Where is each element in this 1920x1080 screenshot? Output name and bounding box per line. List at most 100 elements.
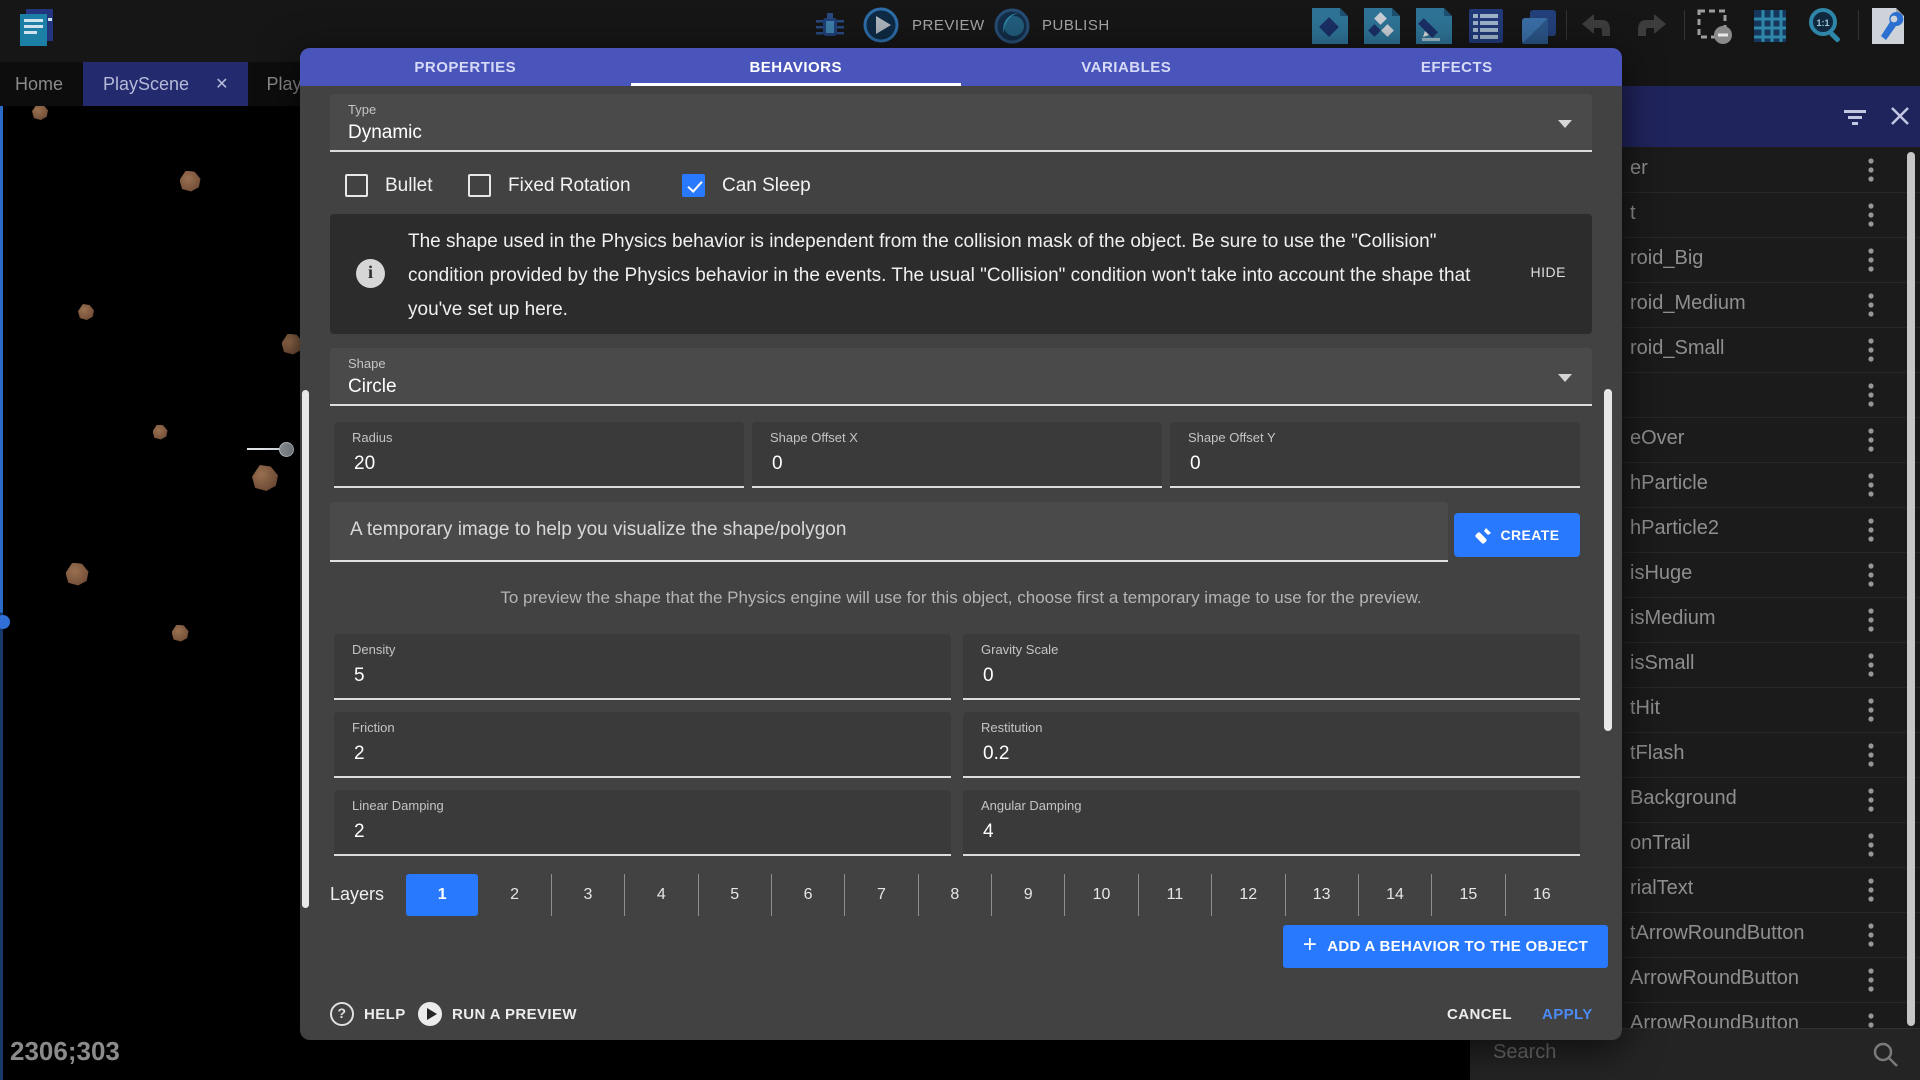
run-preview-button[interactable]: RUN A PREVIEW xyxy=(418,1002,577,1026)
restitution-input[interactable] xyxy=(981,742,1479,766)
grid-icon[interactable] xyxy=(1750,6,1790,46)
apply-button[interactable]: APPLY xyxy=(1542,1006,1593,1023)
item-menu-icon[interactable] xyxy=(1866,290,1876,320)
temp-image-field[interactable] xyxy=(330,502,1448,562)
shape-offset-x-field[interactable]: Shape Offset X xyxy=(752,422,1162,488)
dialog-left-scrollbar[interactable] xyxy=(302,390,309,908)
item-menu-icon[interactable] xyxy=(1866,875,1876,905)
dialog-tab[interactable]: VARIABLES xyxy=(961,48,1292,86)
checkbox-can-sleep[interactable]: Can Sleep xyxy=(682,174,811,197)
can-sleep-checkbox[interactable] xyxy=(682,174,705,197)
tab-close-icon[interactable]: ✕ xyxy=(215,74,228,94)
density-input[interactable] xyxy=(352,664,850,688)
objects-search-input[interactable] xyxy=(1491,1040,1835,1065)
publish-label[interactable]: PUBLISH xyxy=(1042,17,1110,34)
cancel-button[interactable]: CANCEL xyxy=(1447,1006,1512,1023)
radius-input[interactable] xyxy=(352,452,684,476)
item-menu-icon[interactable] xyxy=(1866,605,1876,635)
add-behavior-button[interactable]: ADD A BEHAVIOR TO THE OBJECT xyxy=(1283,925,1608,968)
layer-button[interactable]: 9 xyxy=(991,874,1064,916)
radius-field[interactable]: Radius xyxy=(334,422,744,488)
shape-dropdown[interactable]: Shape Circle xyxy=(330,348,1592,406)
asteroid-sprite[interactable] xyxy=(32,106,48,120)
item-menu-icon[interactable] xyxy=(1866,785,1876,815)
layer-button[interactable]: 15 xyxy=(1431,874,1504,916)
publish-icon[interactable] xyxy=(992,6,1032,46)
friction-input[interactable] xyxy=(352,742,850,766)
layer-button[interactable]: 6 xyxy=(771,874,844,916)
item-menu-icon[interactable] xyxy=(1866,560,1876,590)
dialog-tab[interactable]: PROPERTIES xyxy=(300,48,631,86)
objects-editor-icon[interactable] xyxy=(1310,6,1350,46)
item-menu-icon[interactable] xyxy=(1866,695,1876,725)
item-menu-icon[interactable] xyxy=(1866,920,1876,950)
layer-button[interactable]: 5 xyxy=(698,874,771,916)
capture-region-icon[interactable] xyxy=(1694,6,1734,46)
item-menu-icon[interactable] xyxy=(1866,740,1876,770)
item-menu-icon[interactable] xyxy=(1866,830,1876,860)
layer-button[interactable]: 10 xyxy=(1064,874,1137,916)
layer-button[interactable]: 13 xyxy=(1285,874,1358,916)
dialog-scrollbar[interactable] xyxy=(1604,389,1612,731)
layers-panel-icon[interactable] xyxy=(1518,6,1558,46)
item-menu-icon[interactable] xyxy=(1866,425,1876,455)
instances-list-icon[interactable] xyxy=(1466,6,1506,46)
item-menu-icon[interactable] xyxy=(1866,245,1876,275)
item-menu-icon[interactable] xyxy=(1866,155,1876,185)
shape-offset-y-field[interactable]: Shape Offset Y xyxy=(1170,422,1580,488)
checkbox-bullet[interactable]: Bullet xyxy=(345,174,433,197)
hide-button[interactable]: HIDE xyxy=(1531,264,1566,280)
asteroid-sprite[interactable] xyxy=(180,171,201,192)
project-manager-icon[interactable] xyxy=(14,6,58,48)
zoom-original-icon[interactable]: 1:1 xyxy=(1806,6,1846,46)
layer-button[interactable]: 1 xyxy=(406,874,478,916)
objects-scrollbar[interactable] xyxy=(1907,152,1915,1026)
properties-icon[interactable] xyxy=(1414,6,1454,46)
debug-icon[interactable] xyxy=(810,6,850,46)
bullet-checkbox[interactable] xyxy=(345,174,368,197)
item-menu-icon[interactable] xyxy=(1866,200,1876,230)
layer-button[interactable]: 2 xyxy=(478,874,550,916)
checkbox-fixed-rotation[interactable]: Fixed Rotation xyxy=(468,174,631,197)
layer-button[interactable]: 14 xyxy=(1358,874,1431,916)
create-button[interactable]: CREATE xyxy=(1454,513,1580,557)
dialog-tab[interactable]: EFFECTS xyxy=(1292,48,1623,86)
restitution-field[interactable]: Restitution xyxy=(963,712,1580,778)
object-groups-icon[interactable] xyxy=(1362,6,1402,46)
layer-button[interactable]: 3 xyxy=(551,874,624,916)
help-button[interactable]: HELP xyxy=(330,1002,406,1026)
asteroid-sprite[interactable] xyxy=(252,465,278,491)
linear-damping-field[interactable]: Linear Damping xyxy=(334,790,951,856)
layer-button[interactable]: 8 xyxy=(918,874,991,916)
asteroid-sprite[interactable] xyxy=(153,425,168,440)
item-menu-icon[interactable] xyxy=(1866,515,1876,545)
layer-button[interactable]: 12 xyxy=(1211,874,1284,916)
undo-icon[interactable] xyxy=(1576,6,1616,46)
fixed-rotation-checkbox[interactable] xyxy=(468,174,491,197)
item-menu-icon[interactable] xyxy=(1866,380,1876,410)
asteroid-sprite[interactable] xyxy=(66,563,89,586)
temp-image-input[interactable] xyxy=(348,518,1412,542)
project-settings-icon[interactable] xyxy=(1868,6,1908,46)
layer-button[interactable]: 4 xyxy=(624,874,697,916)
angular-damping-field[interactable]: Angular Damping xyxy=(963,790,1580,856)
friction-field[interactable]: Friction xyxy=(334,712,951,778)
gravity-scale-field[interactable]: Gravity Scale xyxy=(963,634,1580,700)
redo-icon[interactable] xyxy=(1632,6,1672,46)
preview-label[interactable]: PREVIEW xyxy=(912,17,985,34)
physics-joint-handle[interactable] xyxy=(279,442,294,457)
shape-offset-y-input[interactable] xyxy=(1188,452,1520,476)
angular-damping-input[interactable] xyxy=(981,820,1479,844)
type-dropdown[interactable]: Type Dynamic xyxy=(330,94,1592,152)
layer-button[interactable]: 16 xyxy=(1505,874,1578,916)
dialog-tab[interactable]: BEHAVIORS xyxy=(631,48,962,86)
density-field[interactable]: Density xyxy=(334,634,951,700)
close-panel-icon[interactable] xyxy=(1888,104,1912,128)
canvas-guide-handle[interactable] xyxy=(0,615,10,629)
item-menu-icon[interactable] xyxy=(1866,965,1876,995)
item-menu-icon[interactable] xyxy=(1866,335,1876,365)
layer-button[interactable]: 11 xyxy=(1138,874,1211,916)
tab-playscene[interactable]: PlayScene ✕ xyxy=(83,62,248,106)
linear-damping-input[interactable] xyxy=(352,820,850,844)
layer-button[interactable]: 7 xyxy=(844,874,917,916)
